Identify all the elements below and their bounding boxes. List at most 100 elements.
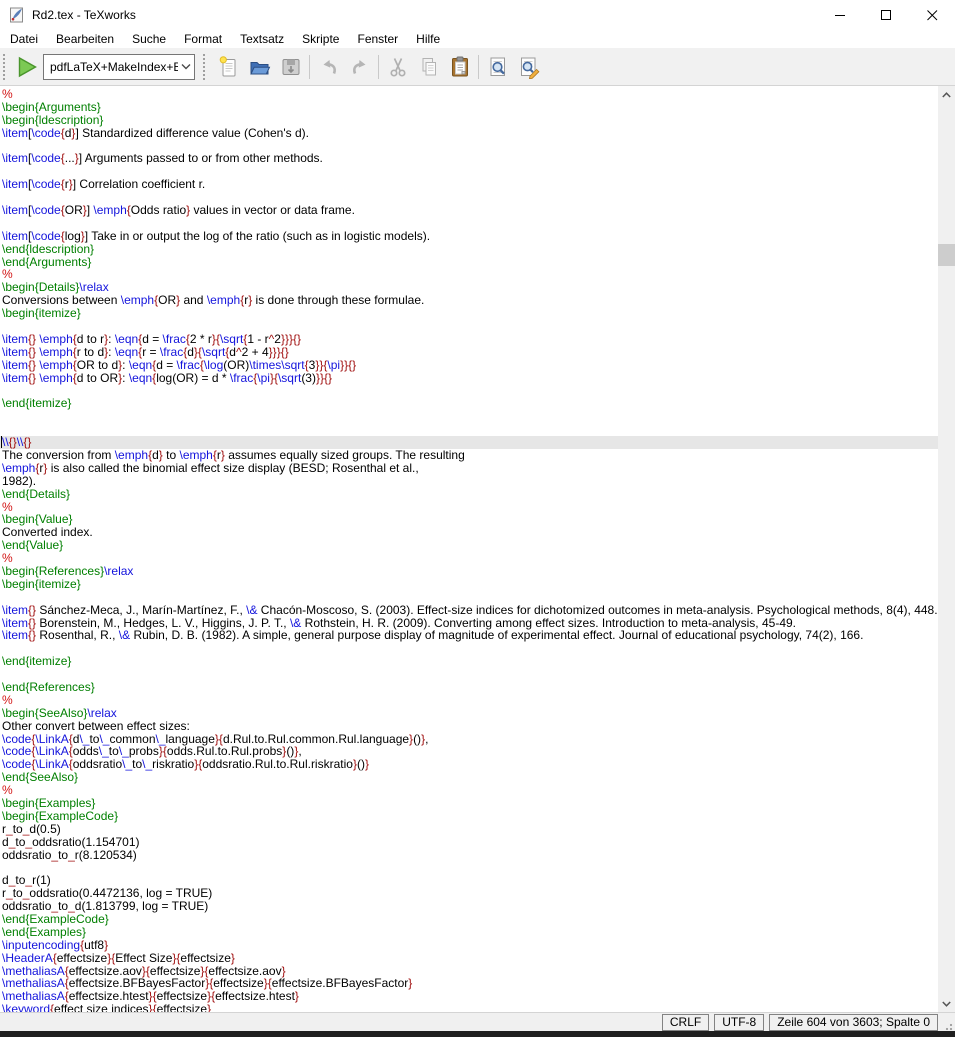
scrollbar-up-button[interactable]	[938, 86, 955, 103]
text-caret	[1, 436, 2, 449]
menu-suche[interactable]: Suche	[123, 31, 175, 47]
code-line: oddsratio_to_r(8.120534)	[2, 847, 137, 862]
code-line: %	[2, 87, 13, 101]
toolbar-drag-handle[interactable]	[3, 53, 9, 80]
toolbar: pdfLaTeX+MakeIndex+BibTeX	[0, 48, 955, 86]
code-line: \begin{Value}	[2, 512, 73, 527]
encoding-value: UTF-8	[722, 1015, 757, 1029]
code-line: \code{\LinkA{oddsratio\_to\_riskratio}{o…	[2, 757, 369, 772]
code-line: \item[\code{OR}] \emph{Odds ratio} value…	[2, 203, 355, 218]
chevron-down-icon	[942, 1000, 951, 1007]
open-icon	[249, 61, 270, 74]
code-line: \begin{References}\relax	[2, 563, 134, 578]
engine-label: pdfLaTeX+MakeIndex+BibTeX	[50, 59, 178, 74]
toolbar-new-document-button[interactable]	[213, 51, 244, 82]
code-line: \end{Value}	[2, 538, 64, 553]
code-line: \keyword{effect size indices}{effectsize…	[2, 1002, 212, 1012]
code-line: \begin{Arguments}	[2, 99, 101, 114]
code-line: %	[2, 551, 13, 566]
code-line: r_to_d(0.5)	[2, 821, 61, 836]
status-line-ending[interactable]: CRLF	[661, 1013, 710, 1031]
code-line: %	[2, 267, 13, 282]
close-icon	[926, 9, 937, 20]
code-content[interactable]: % \begin{Arguments} \begin{ldescription} \i…	[0, 86, 938, 1012]
code-line: \begin{itemize}	[2, 576, 81, 591]
code-line: \end{itemize}	[2, 654, 72, 669]
scrollbar-thumb[interactable]	[938, 244, 955, 266]
window-controls	[817, 0, 955, 30]
close-button[interactable]	[909, 0, 955, 30]
status-bar: CRLF UTF-8 Zeile 604 von 3603; Spalte 0	[0, 1012, 955, 1031]
code-line: %	[2, 783, 13, 798]
code-line: \item[\code{...}] Arguments passed to or…	[2, 151, 323, 166]
redo-icon	[352, 59, 365, 74]
code-line: %	[2, 499, 13, 514]
code-line: %	[2, 692, 13, 707]
code-line: \begin{Examples}	[2, 795, 96, 810]
code-line: \item[\code{d}] Standardized difference …	[2, 125, 309, 140]
menu-hilfe[interactable]: Hilfe	[407, 31, 449, 47]
toolbar-save-button	[275, 51, 306, 82]
toolbar-cut-button	[382, 51, 413, 82]
menu-format[interactable]: Format	[175, 31, 231, 47]
window-bottom-edge	[0, 1031, 955, 1037]
status-encoding[interactable]: UTF-8	[714, 1013, 765, 1031]
maximize-button[interactable]	[863, 0, 909, 30]
menu-bearbeiten[interactable]: Bearbeiten	[47, 31, 123, 47]
code-line: \end{Details}	[2, 486, 71, 501]
code-line: \emph{r} is also called the binomial eff…	[2, 460, 419, 475]
paste-icon	[451, 56, 468, 76]
texworks-app-icon	[9, 7, 25, 23]
code-line: \item{} Rosenthal, R., \& Rubin, D. B. (…	[2, 628, 864, 643]
line-ending-value: CRLF	[669, 1015, 702, 1029]
code-line: 1982).	[2, 473, 37, 488]
cursor-position-value: Zeile 604 von 3603; Spalte 0	[777, 1015, 930, 1029]
code-line: \end{ExampleCode}	[2, 912, 109, 926]
typeset-run-button[interactable]	[13, 53, 41, 81]
chevron-down-icon	[178, 63, 194, 70]
code-line: oddsratio_to_d(1.813799, log = TRUE)	[2, 899, 209, 914]
toolbar-replace-button[interactable]	[513, 51, 544, 82]
code-line: \begin{itemize}	[2, 306, 81, 321]
toolbar-open-button[interactable]	[244, 51, 275, 82]
replace-icon	[520, 57, 539, 79]
minimize-icon	[834, 14, 845, 16]
toolbar-find-button[interactable]	[482, 51, 513, 82]
code-line: \begin{ExampleCode}	[2, 808, 119, 823]
new-document-icon	[219, 55, 235, 76]
menu-skripte[interactable]: Skripte	[293, 31, 348, 47]
play-icon	[18, 56, 37, 77]
cut-icon	[389, 57, 406, 77]
toolbar-paste-button[interactable]	[444, 51, 475, 82]
code-line: \end{Arguments}	[2, 254, 92, 269]
vertical-scrollbar[interactable]	[938, 86, 955, 1012]
code-line: \item{} \emph{d to OR}: \eqn{log(OR) = d…	[2, 370, 333, 385]
undo-icon	[323, 59, 336, 74]
minimize-button[interactable]	[817, 0, 863, 30]
menu-fenster[interactable]: Fenster	[348, 31, 407, 47]
code-line: Converted index.	[2, 525, 93, 540]
menu-textsatz[interactable]: Textsatz	[231, 31, 293, 47]
menu-datei[interactable]: Datei	[1, 31, 47, 47]
toolbar-redo-button	[344, 51, 375, 82]
menu-bar: Datei Bearbeiten Suche Format Textsatz Skript…	[0, 30, 955, 48]
typeset-engine-dropdown[interactable]: pdfLaTeX+MakeIndex+BibTeX	[43, 53, 195, 80]
toolbar-drag-handle[interactable]	[203, 53, 209, 80]
code-line: \end{Examples}	[2, 924, 87, 939]
code-line: \item[\code{log}] Take in or output the …	[2, 228, 431, 243]
code-line: \end{ldescription}	[2, 241, 95, 256]
editor-text-area[interactable]: % \begin{Arguments} \begin{ldescription} \i…	[0, 86, 955, 1012]
status-cursor-position[interactable]: Zeile 604 von 3603; Spalte 0	[769, 1013, 938, 1031]
chevron-up-icon	[942, 91, 951, 98]
code-line: \end{itemize}	[2, 396, 72, 411]
scrollbar-down-button[interactable]	[938, 995, 955, 1012]
code-line: \end{SeeAlso}	[2, 770, 79, 785]
toolbar-copy-button	[413, 51, 444, 82]
toolbar-separator	[478, 54, 479, 79]
